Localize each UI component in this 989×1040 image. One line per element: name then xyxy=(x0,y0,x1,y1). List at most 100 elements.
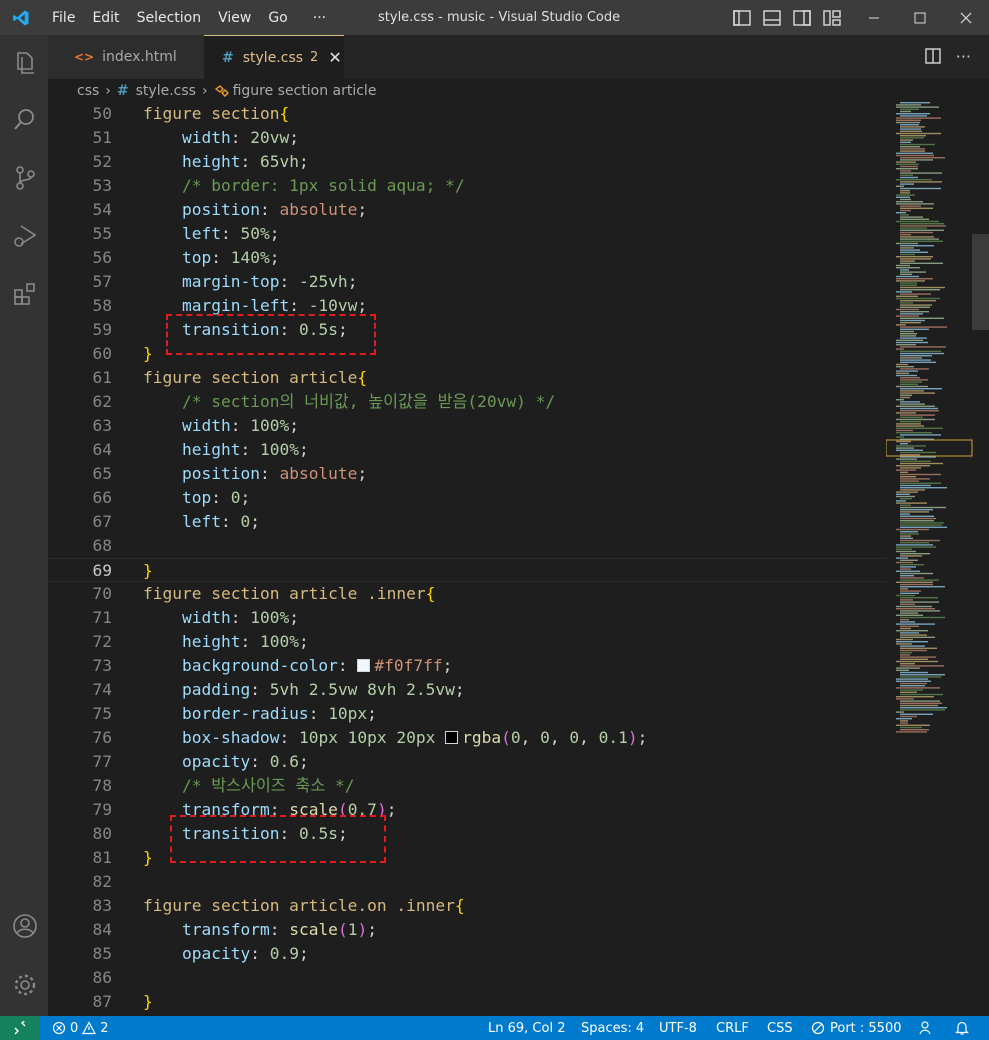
toggle-primary-sidebar-icon[interactable] xyxy=(732,8,752,28)
code-line[interactable]: 51 width: 20vw; xyxy=(48,126,886,150)
customize-layout-icon[interactable] xyxy=(822,8,842,28)
line-number: 60 xyxy=(92,344,113,363)
tab-label: style.css xyxy=(242,49,304,66)
code-line[interactable]: 57 margin-top: -25vh; xyxy=(48,270,886,294)
code-line[interactable]: 77 opacity: 0.6; xyxy=(48,750,886,774)
code-text: top: 140%; xyxy=(181,248,280,267)
code-line[interactable]: 72 height: 100%; xyxy=(48,630,886,654)
line-number: 71 xyxy=(92,608,113,627)
line-number: 75 xyxy=(92,704,113,723)
breadcrumb-symbol[interactable]: figure section article xyxy=(233,83,377,99)
settings-gear-icon[interactable] xyxy=(12,972,38,998)
color-swatch[interactable] xyxy=(357,659,371,672)
tab-index-html[interactable]: <> index.html xyxy=(48,35,204,79)
line-number: 52 xyxy=(92,152,113,171)
menu-more[interactable]: ··· xyxy=(313,10,326,26)
color-swatch[interactable] xyxy=(445,731,459,744)
source-control-icon[interactable] xyxy=(12,165,38,191)
code-line[interactable]: 65 position: absolute; xyxy=(48,462,886,486)
code-line[interactable]: 54 position: absolute; xyxy=(48,198,886,222)
menu-go[interactable]: Go xyxy=(268,10,287,26)
code-line[interactable]: 64 height: 100%; xyxy=(48,438,886,462)
encoding[interactable]: UTF-8 xyxy=(659,1016,697,1040)
code-text: figure section article .inner{ xyxy=(143,584,436,603)
accounts-icon[interactable] xyxy=(12,913,38,939)
minimize-button[interactable] xyxy=(851,0,897,35)
code-line[interactable]: 74 padding: 5vh 2.5vw 8vh 2.5vw; xyxy=(48,678,886,702)
breadcrumb-file[interactable]: style.css xyxy=(136,83,196,99)
code-line[interactable]: 56 top: 140%; xyxy=(48,246,886,270)
indentation[interactable]: Spaces: 4 xyxy=(581,1016,644,1040)
maximize-button[interactable] xyxy=(897,0,943,35)
notifications[interactable] xyxy=(955,1016,969,1040)
code-line[interactable]: 82 xyxy=(48,870,886,894)
line-number: 76 xyxy=(92,728,113,747)
code-line[interactable]: 84 transform: scale(1); xyxy=(48,918,886,942)
line-number: 78 xyxy=(92,776,113,795)
code-line[interactable]: 87} xyxy=(48,990,886,1014)
code-line[interactable]: 75 border-radius: 10px; xyxy=(48,702,886,726)
code-line[interactable]: 85 opacity: 0.9; xyxy=(48,942,886,966)
code-line[interactable]: 53 /* border: 1px solid aqua; */ xyxy=(48,174,886,198)
code-line[interactable]: 67 left: 0; xyxy=(48,510,886,534)
code-line[interactable]: 61 figure section article{ xyxy=(48,366,886,390)
explorer-icon[interactable] xyxy=(12,49,38,75)
code-line[interactable]: 76 box-shadow: 10px 10px 20px rgba(0, 0,… xyxy=(48,726,886,750)
code-text: height: 100%; xyxy=(181,440,309,459)
breadcrumb-folder[interactable]: css xyxy=(77,83,99,99)
code-line[interactable]: 78 /* 박스사이즈 축소 */ xyxy=(48,774,886,798)
code-line[interactable]: 62 /* section의 너비값, 높이값을 받음(20vw) */ xyxy=(48,390,886,414)
toggle-panel-icon[interactable] xyxy=(762,8,782,28)
problems-indicator[interactable]: 0 2 xyxy=(52,1016,109,1040)
code-line[interactable]: 63 width: 100%; xyxy=(48,414,886,438)
remote-indicator[interactable] xyxy=(0,1016,40,1040)
code-editor[interactable]: 50 figure section{51 width: 20vw; 52 heigh… xyxy=(48,102,886,1016)
code-line[interactable]: 73 background-color: #f0f7ff; xyxy=(48,654,886,678)
code-line[interactable]: 68 xyxy=(48,534,886,558)
code-text: figure section article{ xyxy=(143,368,368,387)
code-line[interactable]: 83 figure section article.on .inner{ xyxy=(48,894,886,918)
menu-file[interactable]: File xyxy=(52,10,75,26)
scrollbar-thumb[interactable] xyxy=(972,234,989,330)
code-text: } xyxy=(143,561,153,580)
toggle-secondary-sidebar-icon[interactable] xyxy=(792,8,812,28)
line-number: 54 xyxy=(92,200,113,219)
error-count: 0 xyxy=(70,1020,79,1036)
menu-edit[interactable]: Edit xyxy=(92,10,119,26)
close-icon xyxy=(960,12,972,23)
maximize-icon xyxy=(914,12,926,23)
warning-icon xyxy=(82,1021,97,1035)
annotation-box-line-80 xyxy=(170,815,386,863)
code-line[interactable]: 86 xyxy=(48,966,886,990)
code-line[interactable]: 50 figure section{ xyxy=(48,102,886,126)
code-line[interactable]: 71 width: 100%; xyxy=(48,606,886,630)
tab-style-css[interactable]: # style.css 2 ✕ xyxy=(204,35,344,79)
close-tab-icon[interactable]: ✕ xyxy=(328,48,341,67)
split-editor-icon[interactable] xyxy=(924,47,942,65)
code-line[interactable]: 66 top: 0; xyxy=(48,486,886,510)
code-line[interactable]: 52 height: 65vh; xyxy=(48,150,886,174)
code-line[interactable]: 70 figure section article .inner{ xyxy=(48,582,886,606)
code-line[interactable]: 55 left: 50%; xyxy=(48,222,886,246)
extensions-icon[interactable] xyxy=(12,281,38,307)
search-icon[interactable] xyxy=(12,107,38,133)
cursor-position[interactable]: Ln 69, Col 2 xyxy=(488,1016,565,1040)
code-text: left: 0; xyxy=(181,512,260,531)
close-window-button[interactable] xyxy=(943,0,989,35)
code-line[interactable]: 69} xyxy=(48,558,886,582)
run-and-debug-icon[interactable] xyxy=(12,223,38,249)
more-actions-icon[interactable]: ··· xyxy=(956,47,971,66)
end-of-line[interactable]: CRLF xyxy=(716,1016,749,1040)
annotation-box-line-59 xyxy=(166,314,376,355)
activity-bar xyxy=(0,35,48,1016)
language-mode[interactable]: CSS xyxy=(767,1016,793,1040)
line-number: 66 xyxy=(92,488,113,507)
menu-selection[interactable]: Selection xyxy=(137,10,202,26)
live-server-port[interactable]: Port : 5500 xyxy=(811,1016,902,1040)
code-text: box-shadow: 10px 10px 20px rgba(0, 0, 0,… xyxy=(181,728,648,747)
line-number: 59 xyxy=(92,320,113,339)
line-number: 50 xyxy=(92,104,113,123)
menu-view[interactable]: View xyxy=(218,10,251,26)
accounts-status[interactable] xyxy=(918,1016,934,1040)
line-number: 67 xyxy=(92,512,113,531)
